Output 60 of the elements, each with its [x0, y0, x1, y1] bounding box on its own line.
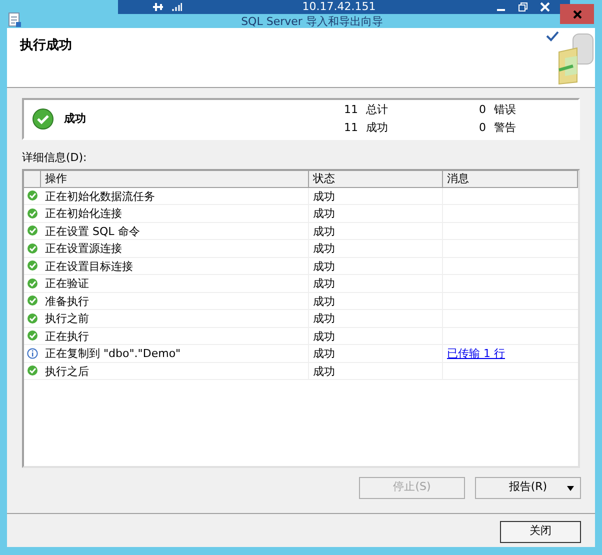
success-icon [27, 312, 38, 324]
count-label: 警告 [494, 120, 516, 136]
table-cell: 成功 [309, 205, 443, 222]
action-button[interactable]: 报告(R) [475, 476, 581, 498]
success-icon [27, 330, 38, 342]
close-window-button[interactable] [560, 4, 594, 24]
caret-icon [567, 486, 574, 490]
table-cell: 成功 [309, 258, 443, 274]
count-label: 成功 [366, 120, 388, 136]
summary-status: 成功 [64, 110, 87, 127]
count-value: 0 [479, 120, 486, 136]
table-cell: 执行之前 [41, 310, 309, 326]
table-cell: 成功 [309, 362, 443, 379]
table-cell: 正在设置 SQL 命令 [41, 222, 309, 239]
table-cell: 成功 [309, 240, 443, 256]
table-cell: 正在初始化数据流任务 [41, 188, 309, 204]
info-icon [27, 348, 38, 359]
success-icon [27, 260, 38, 272]
table-cell: 成功 [309, 328, 443, 344]
details-label: 详细信息(D): [22, 150, 88, 166]
connection-address: 10.17.42.151 [301, 0, 377, 15]
restore-icon[interactable] [518, 2, 528, 12]
close-button[interactable]: 关闭 [500, 520, 581, 542]
table-cell: 正在验证 [41, 275, 309, 292]
count-label: 总计 [366, 102, 388, 118]
success-icon [32, 108, 54, 130]
count-value: 11 [344, 102, 358, 118]
success-icon [27, 295, 38, 306]
table-cell: 成功 [309, 188, 443, 204]
table-cell: 准备执行 [41, 292, 309, 309]
count-value: 0 [479, 102, 486, 118]
column-header[interactable]: 操作 [41, 170, 309, 188]
table-cell: 正在初始化连接 [41, 205, 309, 222]
page-title: 执行成功 [20, 37, 72, 55]
table-cell: 正在设置源连接 [41, 240, 309, 256]
success-icon [27, 190, 38, 202]
close-icon [572, 10, 582, 18]
table-cell: 正在复制到 "dbo"."Demo" [41, 345, 309, 362]
table-cell: 执行之后 [41, 362, 309, 379]
count-value: 11 [344, 120, 358, 136]
column-header[interactable]: 状态 [309, 170, 443, 188]
table-cell: 成功 [309, 345, 443, 362]
success-icon [27, 208, 38, 219]
table-cell: 正在执行 [41, 328, 309, 344]
table-cell: 成功 [309, 222, 443, 239]
success-icon [27, 365, 38, 376]
pin-icon[interactable] [152, 2, 164, 12]
message-link[interactable]: 已传输 1 行 [447, 347, 505, 360]
close-icon[interactable] [540, 2, 550, 12]
window-title: SQL Server 导入和导出向导 [240, 15, 384, 28]
table-cell: 成功 [309, 292, 443, 309]
table-cell: 正在设置目标连接 [41, 258, 309, 274]
success-icon [27, 242, 38, 254]
column-header[interactable]: 消息 [443, 170, 578, 188]
success-icon [27, 225, 38, 236]
count-label: 错误 [494, 102, 516, 118]
success-icon [27, 278, 38, 289]
table-cell: 成功 [309, 310, 443, 326]
table-cell: 成功 [309, 275, 443, 292]
signal-icon [172, 2, 182, 12]
